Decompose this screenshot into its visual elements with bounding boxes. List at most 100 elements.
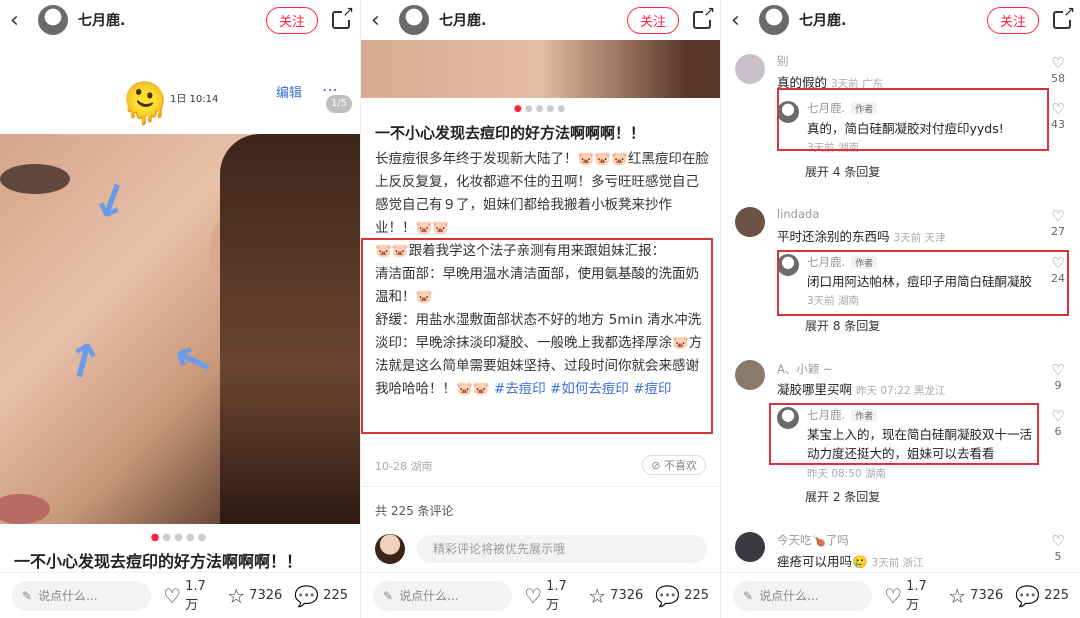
back-icon[interactable]: ‹ xyxy=(371,8,391,33)
share-icon[interactable] xyxy=(332,4,355,29)
back-icon[interactable]: ‹ xyxy=(10,8,30,33)
annotation-arrow-icon: ↖ xyxy=(165,329,221,393)
follow-button[interactable]: 关注 xyxy=(265,6,318,34)
comment-like-count: 58 xyxy=(1051,72,1065,85)
like-button[interactable]: ♡ 1.7万 xyxy=(884,579,936,613)
collect-button[interactable]: ☆ 7326 xyxy=(588,584,643,608)
comment-like[interactable]: ♡ 5 xyxy=(1048,532,1068,563)
reply-like-count: 43 xyxy=(1051,118,1065,131)
post-text-panel: ‹ 七月鹿. 关注 ●●●●● 一不小心发现去痘印的好方法啊啊啊！！ 长痘痘很多… xyxy=(360,0,720,618)
post-title: 一不小心发现去痘印的好方法啊啊啊！！ xyxy=(14,552,303,571)
comment-button[interactable]: 💬 225 xyxy=(294,584,348,608)
photo-lip xyxy=(0,494,50,524)
post-paragraph: 长痘痘很多年终于发现新大陆了！🐷🐷🐷红黑痘印在脸上反反复复，化妆都遮不住的丑啊！… xyxy=(375,151,709,236)
commenter-avatar[interactable] xyxy=(735,54,765,84)
comment-like-count: 9 xyxy=(1054,379,1062,392)
like-count: 1.7万 xyxy=(906,578,927,613)
reply-like[interactable]: ♡ 43 xyxy=(1048,100,1068,131)
photo-hair xyxy=(220,134,360,524)
header: ‹ 七月鹿. 关注 xyxy=(361,0,720,40)
star-icon: ☆ xyxy=(588,583,607,608)
heart-icon: ♡ xyxy=(884,583,903,608)
author-avatar[interactable] xyxy=(759,5,789,35)
annotation-arrow-icon: ↓ xyxy=(83,169,139,233)
comment-count: 225 xyxy=(323,588,348,603)
commenter-avatar[interactable] xyxy=(735,360,765,390)
carousel-dots: ●●●●● xyxy=(150,532,210,543)
post-photo-cropped[interactable] xyxy=(361,40,720,98)
follow-button[interactable]: 关注 xyxy=(626,6,679,34)
commenter-name[interactable]: lindada xyxy=(777,207,819,221)
comment-input[interactable]: ✎ 说点什么... xyxy=(733,580,873,611)
like-button[interactable]: ♡ 1.7万 xyxy=(163,579,215,613)
comment-input[interactable]: ✎ 说点什么... xyxy=(373,580,513,611)
author-avatar[interactable] xyxy=(399,5,429,35)
collect-count: 7326 xyxy=(249,588,283,603)
pen-icon: ✎ xyxy=(22,588,33,603)
share-icon[interactable] xyxy=(1053,4,1076,29)
annotation-arrow-icon: ↑ xyxy=(57,329,109,393)
collect-button[interactable]: ☆ 7326 xyxy=(227,584,282,608)
author-name[interactable]: 七月鹿. xyxy=(799,10,987,30)
comment-count: 225 xyxy=(1044,588,1069,603)
share-icon[interactable] xyxy=(693,4,716,29)
post-image-panel: ‹ 七月鹿. 关注 🫠 1日 10:14 编辑 ⋯ 1/5 ↓ ↑ ↖ ●●●●… xyxy=(0,0,360,618)
comment-like[interactable]: ♡ 58 xyxy=(1048,54,1068,85)
dislike-button[interactable]: ⊘ 不喜欢 xyxy=(642,455,706,475)
expand-replies[interactable]: 展开 8 条回复 xyxy=(805,317,880,334)
comment-body: 痤疮可以用吗🥲 xyxy=(777,554,868,569)
post-title: 一不小心发现去痘印的好方法啊啊啊！！ xyxy=(375,124,646,142)
back-icon[interactable]: ‹ xyxy=(731,8,751,33)
like-button[interactable]: ♡ 1.7万 xyxy=(524,579,576,613)
bottom-bar: ✎ 说点什么... ♡ 1.7万 ☆ 7326 💬 225 xyxy=(361,572,720,618)
bottom-bar: ✎ 说点什么... ♡ 1.7万 ☆ 7326 💬 225 xyxy=(721,572,1080,618)
comment-input-placeholder: 说点什么... xyxy=(759,589,819,603)
like-count: 1.7万 xyxy=(185,578,206,613)
comment-body: 凝胶哪里买啊 xyxy=(777,382,853,397)
my-avatar xyxy=(375,534,405,564)
expand-replies[interactable]: 展开 2 条回复 xyxy=(805,488,880,505)
pen-icon: ✎ xyxy=(743,588,754,603)
commenter-name[interactable]: 别 xyxy=(777,53,789,69)
comment-input-placeholder: 说点什么... xyxy=(38,589,98,603)
commenter-avatar[interactable] xyxy=(735,532,765,562)
commenter-avatar[interactable] xyxy=(735,207,765,237)
comment-bubble-icon: 💬 xyxy=(1015,583,1041,608)
comment-bubble-icon: 💬 xyxy=(294,583,320,608)
comment-bubble-icon: 💬 xyxy=(655,583,681,608)
commenter-name[interactable]: A、小颖 ~ xyxy=(777,361,833,377)
like-count: 1.7万 xyxy=(546,578,567,613)
comment-total: 共 225 条评论 xyxy=(375,504,454,518)
comment-text: 痤疮可以用吗🥲 3天前 浙江 xyxy=(777,551,924,570)
comment-field[interactable]: 精彩评论将被优先展示哦 xyxy=(417,535,707,563)
screenshot-strip: 🫠 1日 10:14 编辑 ⋯ 1/5 xyxy=(0,40,360,130)
comment-input[interactable]: ✎ 说点什么... xyxy=(12,580,152,611)
emoji-sticker-icon: 🫠 xyxy=(120,81,170,127)
comment-input-placeholder: 说点什么... xyxy=(399,589,459,603)
reply-like[interactable]: ♡ 6 xyxy=(1048,407,1068,438)
comment-meta: 3天前 浙江 xyxy=(871,557,924,569)
expand-replies[interactable]: 展开 4 条回复 xyxy=(805,163,880,180)
comment-button[interactable]: 💬 225 xyxy=(655,584,709,608)
collect-count: 7326 xyxy=(970,588,1004,603)
highlight-box xyxy=(777,88,1049,151)
author-avatar[interactable] xyxy=(38,5,68,35)
comment-like[interactable]: ♡ 9 xyxy=(1048,361,1068,392)
reply-meta: 昨天 08:50 湖南 xyxy=(807,468,886,480)
comment-like[interactable]: ♡ 27 xyxy=(1048,207,1068,238)
collect-count: 7326 xyxy=(610,588,644,603)
follow-button[interactable]: 关注 xyxy=(986,6,1039,34)
author-name[interactable]: 七月鹿. xyxy=(78,10,266,30)
highlight-box xyxy=(361,238,713,434)
comment-button[interactable]: 💬 225 xyxy=(1015,584,1069,608)
photo-date: 1日 10:14 xyxy=(170,94,219,105)
author-name[interactable]: 七月鹿. xyxy=(439,10,627,30)
comment-body: 平时还涂别的东西吗 xyxy=(777,229,890,244)
header: ‹ 七月鹿. 关注 xyxy=(721,0,1080,40)
highlight-box xyxy=(769,403,1039,465)
star-icon: ☆ xyxy=(948,583,967,608)
image-pager: 1/5 xyxy=(326,95,352,113)
collect-button[interactable]: ☆ 7326 xyxy=(948,584,1003,608)
commenter-name[interactable]: 今天吃🍗了吗 xyxy=(777,532,849,548)
post-photo[interactable]: ↓ ↑ ↖ xyxy=(0,134,360,524)
